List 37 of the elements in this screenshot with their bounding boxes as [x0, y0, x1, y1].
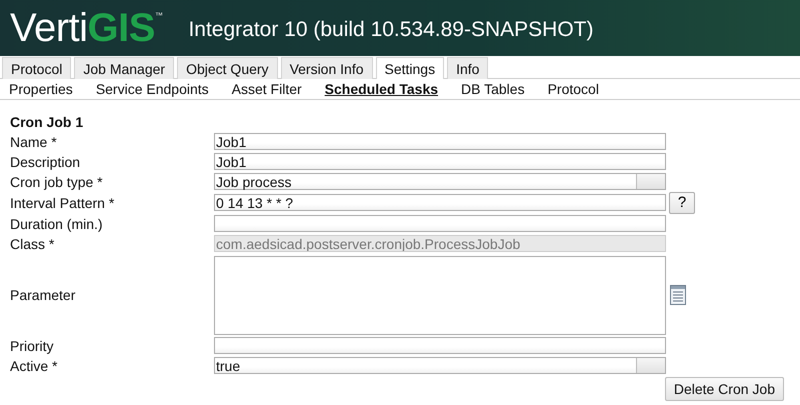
tab[interactable]: Protocol	[2, 57, 72, 79]
field-label: Duration (min.)	[10, 216, 104, 232]
sub-tab[interactable]: DB Tables	[461, 81, 525, 97]
sub-tab[interactable]: Properties	[9, 81, 73, 97]
tab[interactable]: Job Manager	[74, 57, 174, 79]
input-field[interactable]	[214, 337, 666, 354]
dropdown-button[interactable]	[636, 358, 665, 373]
input-field[interactable]: Job1	[214, 133, 666, 150]
sub-tab[interactable]: Protocol	[548, 81, 599, 97]
tab[interactable]: Settings	[376, 57, 444, 79]
app-title: Integrator 10 (build 10.534.89-SNAPSHOT)	[188, 17, 594, 42]
dropdown-button[interactable]	[636, 174, 665, 189]
document-icon[interactable]	[670, 285, 686, 305]
field-label: Cron job type *	[10, 174, 104, 190]
delete-button[interactable]: Delete Cron Job	[664, 377, 784, 401]
section-title: Cron Job 1	[10, 114, 84, 130]
text-area[interactable]	[214, 256, 666, 334]
field-label: Interval Pattern *	[10, 194, 116, 210]
input-field[interactable]: Job1	[214, 153, 666, 170]
tab[interactable]: Info	[447, 57, 488, 79]
input-field[interactable]	[214, 215, 666, 232]
sub-tab[interactable]: Scheduled Tasks	[324, 81, 438, 97]
field-label: Class *	[10, 236, 56, 252]
logo: VertiGIS$^{™}$	[10, 8, 162, 48]
dropdown-field[interactable]: Job process	[214, 173, 666, 190]
sub-tab[interactable]: Asset Filter	[232, 81, 302, 97]
field-label: Description	[10, 154, 82, 170]
sub-tab[interactable]: Service Endpoints	[96, 81, 209, 97]
field-label: Priority	[10, 338, 55, 354]
help-button[interactable]: ?	[669, 192, 695, 214]
tab[interactable]: Version Info	[280, 57, 372, 79]
field-label: Name *	[10, 134, 58, 150]
field-label: Parameter	[10, 287, 76, 303]
input-field[interactable]: 0 14 13 * * ?	[214, 194, 666, 211]
dropdown-field[interactable]: true	[214, 357, 666, 374]
tab[interactable]: Object Query	[177, 57, 278, 79]
field-label: Active *	[10, 358, 58, 374]
